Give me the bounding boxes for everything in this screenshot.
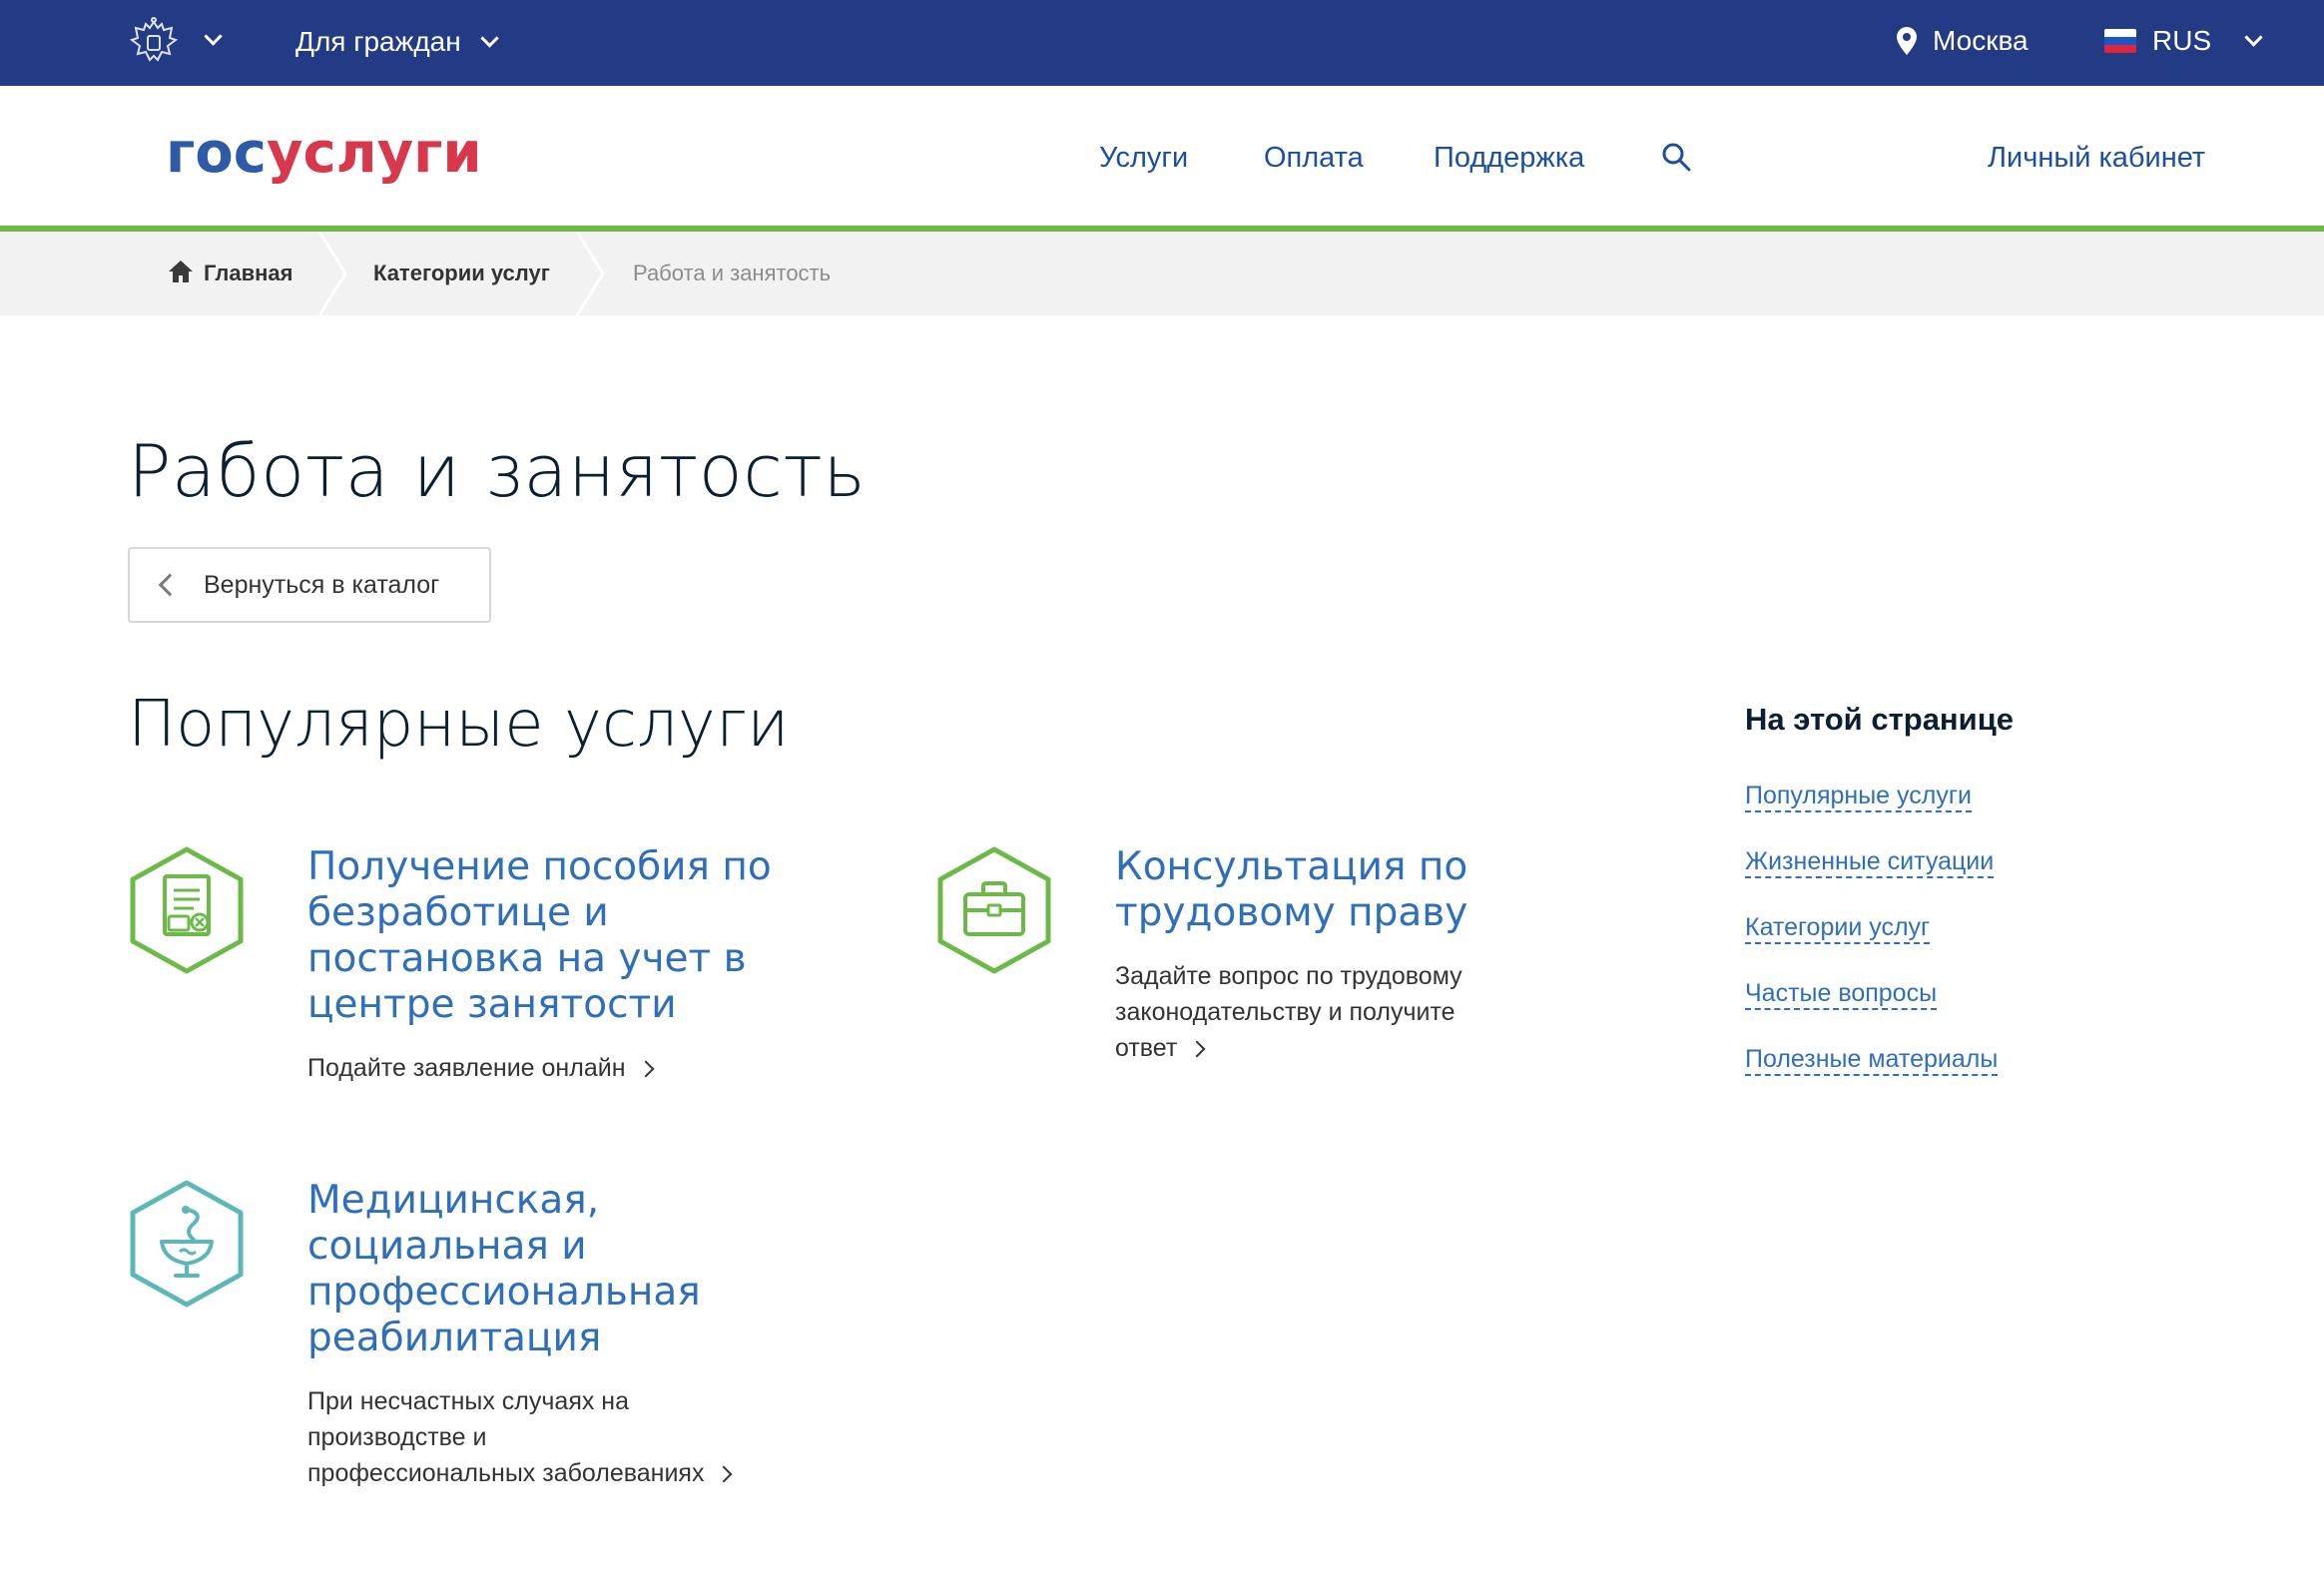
service-title-line: постановка на учет в — [307, 936, 747, 981]
search-icon[interactable] — [1661, 142, 1691, 172]
service-desc-line: производстве и — [307, 1423, 487, 1451]
city-selector[interactable]: Москва — [1897, 23, 2029, 59]
service-title-unemployment[interactable]: Получение пособия по безработице и поста… — [307, 844, 827, 1028]
personal-account-link[interactable]: Личный кабинет — [1988, 140, 2205, 176]
document-icon[interactable] — [128, 846, 246, 974]
service-title-line: Получение пособия по — [307, 844, 772, 889]
anchor-link-popular[interactable]: Популярные услуги — [1745, 781, 1972, 812]
language-label: RUS — [2152, 25, 2212, 56]
breadcrumb-separator — [575, 232, 605, 315]
nav-services[interactable]: Услуги — [1099, 140, 1188, 176]
breadcrumb-separator — [317, 232, 347, 315]
service-title-line: Консультация по — [1115, 844, 1468, 889]
breadcrumb-categories[interactable]: Категории услуг — [373, 260, 550, 287]
anchor-link-life-situations[interactable]: Жизненные ситуации — [1745, 846, 1995, 878]
logo-part-gos: гос — [166, 121, 267, 186]
city-label: Москва — [1933, 25, 2029, 56]
briefcase-icon[interactable] — [935, 846, 1053, 974]
service-desc-line: Задайте вопрос по трудовому — [1115, 962, 1462, 990]
service-desc-unemployment[interactable]: Подайте заявление онлайн — [307, 1050, 654, 1086]
gosuslugi-logo[interactable]: госуслуги — [166, 122, 482, 186]
service-desc-rehabilitation[interactable]: При несчастных случаях на производстве и… — [307, 1383, 827, 1491]
back-button-label: Вернуться в каталог — [204, 570, 440, 599]
back-to-catalog-button[interactable]: Вернуться в каталог — [128, 547, 491, 623]
on-this-page-heading: На этой странице — [1745, 702, 2015, 737]
chevron-down-icon — [480, 28, 499, 48]
service-desc-line: При несчастных случаях на — [307, 1387, 630, 1415]
anchor-link-faq[interactable]: Частые вопросы — [1745, 978, 1938, 1010]
chevron-right-icon — [715, 1465, 733, 1483]
service-desc-line: профессиональных заболеваниях — [307, 1459, 705, 1487]
anchor-link-categories[interactable]: Категории услуг — [1745, 912, 1931, 944]
breadcrumb-current: Работа и занятость — [633, 261, 832, 285]
chevron-right-icon — [637, 1060, 654, 1078]
location-pin-icon — [1897, 27, 1917, 55]
service-title-line: трудовому праву — [1115, 890, 1468, 935]
service-desc-line: Подайте заявление онлайн — [307, 1054, 626, 1082]
medical-icon[interactable] — [128, 1180, 246, 1308]
audience-label: Для граждан — [295, 26, 461, 57]
service-desc-labor-law[interactable]: Задайте вопрос по трудовому законодатель… — [1115, 958, 1574, 1066]
service-title-line: профессиональная — [307, 1270, 701, 1315]
logo-part-uslugi: услуги — [266, 121, 482, 186]
service-desc-line: законодательству и получите — [1115, 998, 1455, 1026]
nav-support[interactable]: Поддержка — [1434, 140, 1584, 176]
service-title-line: безработице и — [307, 890, 609, 935]
emblem-chevron-down-icon[interactable] — [204, 27, 223, 46]
language-selector[interactable]: RUS — [2104, 23, 2263, 59]
home-icon[interactable] — [168, 260, 194, 283]
service-title-line: Медицинская, — [307, 1178, 600, 1223]
breadcrumb — [0, 232, 2324, 315]
nav-payment[interactable]: Оплата — [1264, 140, 1364, 176]
coat-of-arms-icon[interactable] — [128, 16, 180, 68]
page-title: Работа и занятость — [128, 429, 867, 513]
service-title-labor-law[interactable]: Консультация по трудовому праву — [1115, 844, 1574, 936]
russia-flag-icon — [2104, 29, 2136, 53]
service-desc-line: ответ — [1115, 1034, 1178, 1062]
chevron-left-icon — [158, 573, 182, 597]
audience-selector[interactable]: Для граждан — [295, 24, 499, 60]
service-title-rehabilitation[interactable]: Медицинская, социальная и профессиональн… — [307, 1178, 767, 1361]
service-title-line: реабилитация — [307, 1316, 602, 1360]
popular-services-heading: Популярные услуги — [128, 688, 790, 762]
anchor-link-materials[interactable]: Полезные материалы — [1745, 1044, 1999, 1076]
breadcrumb-home[interactable]: Главная — [204, 260, 292, 287]
chevron-down-icon — [2244, 27, 2263, 47]
site-header: госуслуги Услуги Оплата Поддержка Личный… — [0, 86, 2324, 232]
top-bar: Для граждан Москва RUS — [0, 0, 2324, 86]
service-title-line: социальная и — [307, 1224, 587, 1269]
chevron-right-icon — [1188, 1040, 1206, 1058]
service-title-line: центре занятости — [307, 982, 677, 1027]
